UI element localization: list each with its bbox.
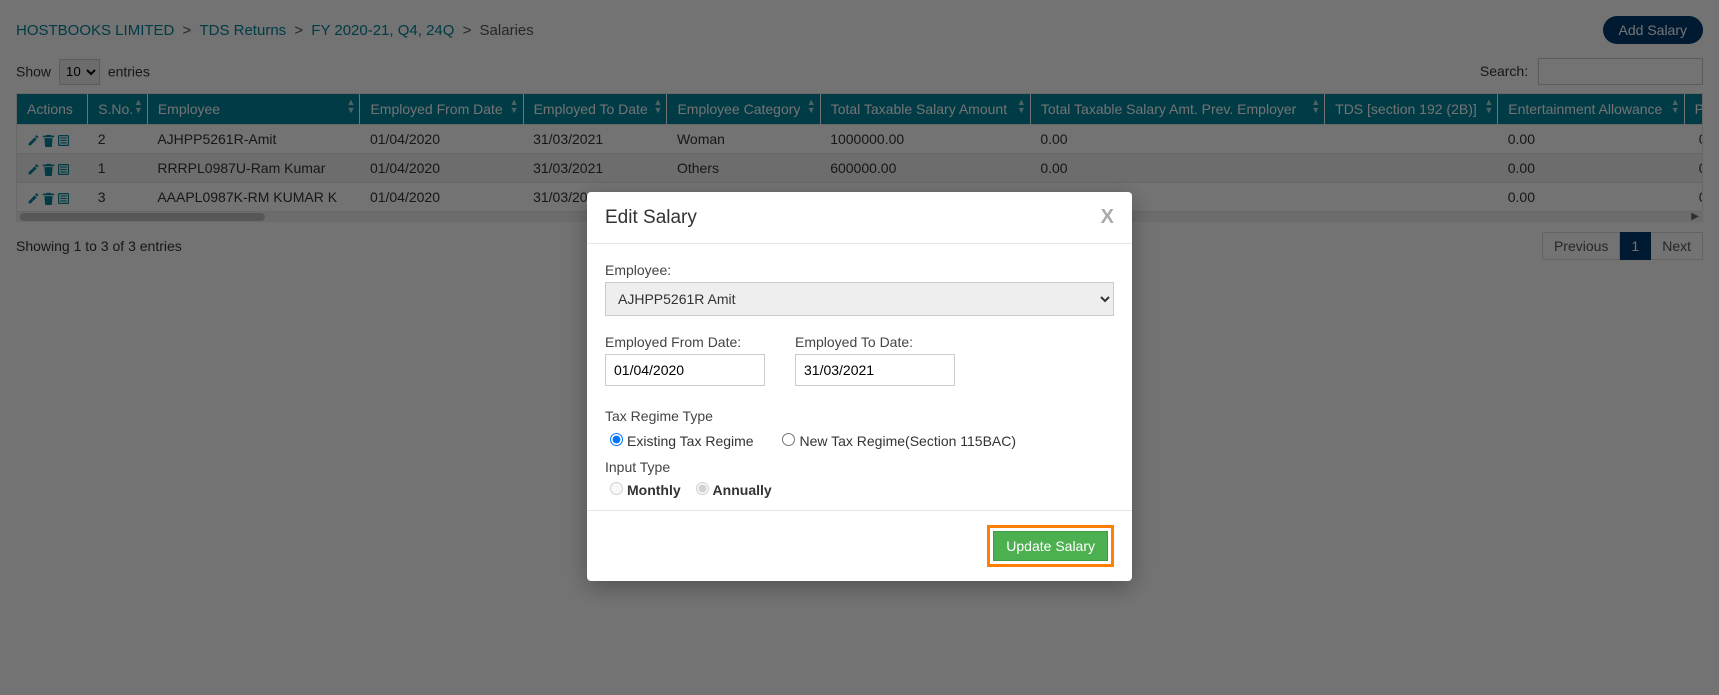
close-icon[interactable]: X — [1101, 206, 1114, 229]
modal-overlay: Edit Salary X Employee: AJHPP5261R Amit … — [0, 0, 1719, 695]
regime-new-radio[interactable] — [782, 433, 795, 446]
regime-new-option[interactable]: New Tax Regime(Section 115BAC) — [777, 433, 1016, 449]
input-monthly-radio[interactable] — [610, 482, 623, 495]
edit-salary-modal: Edit Salary X Employee: AJHPP5261R Amit … — [587, 192, 1132, 581]
input-annually-radio[interactable] — [696, 482, 709, 495]
input-annually-option[interactable]: Annually — [691, 482, 772, 498]
regime-existing-option[interactable]: Existing Tax Regime — [605, 433, 754, 449]
modal-title: Edit Salary — [605, 207, 697, 229]
employee-label: Employee: — [605, 262, 1114, 278]
to-date-label: Employed To Date: — [795, 334, 955, 350]
tax-regime-label: Tax Regime Type — [605, 408, 1114, 424]
employee-select[interactable]: AJHPP5261R Amit — [605, 282, 1114, 316]
update-salary-highlight: Update Salary — [987, 525, 1114, 567]
from-date-input[interactable] — [605, 354, 765, 386]
regime-existing-radio[interactable] — [610, 433, 623, 446]
from-date-label: Employed From Date: — [605, 334, 765, 350]
update-salary-button[interactable]: Update Salary — [993, 531, 1108, 561]
input-type-label: Input Type — [605, 459, 1114, 475]
to-date-input[interactable] — [795, 354, 955, 386]
input-monthly-option[interactable]: Monthly — [605, 482, 681, 498]
